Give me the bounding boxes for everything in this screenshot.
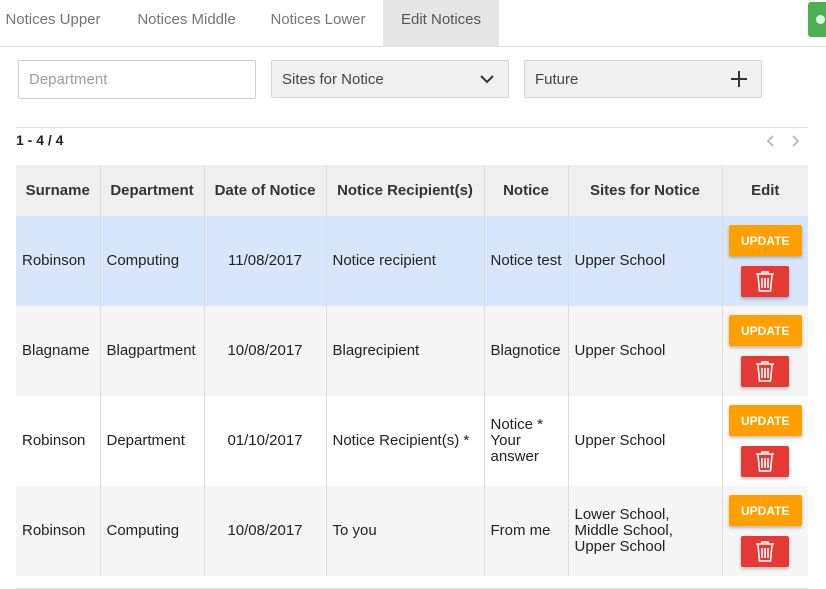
cell-recipient: To you — [326, 486, 485, 576]
tab-notices-lower[interactable]: Notices Lower — [253, 0, 383, 46]
table-header-row: Surname Department Date of Notice Notice… — [16, 165, 808, 216]
tab-notices-middle[interactable]: Notices Middle — [120, 0, 253, 46]
update-button[interactable]: UPDATE — [728, 315, 802, 346]
cell-department: Department — [100, 396, 205, 486]
trash-icon — [756, 361, 775, 382]
table-row[interactable]: Robinson Department 01/10/2017 Notice Re… — [16, 396, 808, 486]
delete-button[interactable] — [741, 266, 790, 297]
cell-date: 10/08/2017 — [204, 486, 327, 576]
cell-date: 10/08/2017 — [204, 306, 327, 396]
cell-date: 01/10/2017 — [204, 396, 327, 486]
update-button[interactable]: UPDATE — [728, 495, 802, 526]
chevron-down-icon — [480, 75, 494, 84]
divider — [16, 127, 808, 128]
tab-edit-notices[interactable]: Edit Notices — [383, 0, 499, 46]
tab-bar: Notices Upper Notices Middle Notices Low… — [0, 0, 826, 47]
cell-recipient: Notice recipient — [326, 216, 485, 306]
column-header-notice[interactable]: Notice — [484, 165, 569, 216]
column-header-sites[interactable]: Sites for Notice — [568, 165, 723, 216]
cell-department: Computing — [100, 216, 205, 306]
column-header-date[interactable]: Date of Notice — [204, 165, 327, 216]
trash-icon — [756, 541, 775, 562]
table-row[interactable]: Robinson Computing 11/08/2017 Notice rec… — [16, 216, 808, 306]
update-button[interactable]: UPDATE — [728, 225, 802, 256]
delete-button[interactable] — [741, 356, 790, 387]
cell-edit: UPDATE — [722, 216, 808, 306]
plus-icon — [731, 71, 747, 87]
future-select[interactable]: Future — [524, 60, 762, 98]
cell-date: 11/08/2017 — [204, 216, 327, 306]
sites-for-notice-label: Sites for Notice — [282, 71, 384, 88]
delete-button[interactable] — [741, 536, 790, 567]
table-row[interactable]: Blagname Blagpartment 10/08/2017 Blagrec… — [16, 306, 808, 396]
update-button[interactable]: UPDATE — [728, 405, 802, 436]
add-button[interactable] — [808, 2, 826, 37]
future-label: Future — [535, 71, 579, 88]
pager-range: 1 - 4 / 4 — [16, 132, 64, 148]
add-icon — [816, 15, 825, 24]
cell-sites: Upper School — [568, 306, 723, 396]
cell-recipient: Blagrecipient — [326, 306, 485, 396]
cell-recipient: Notice Recipient(s) * — [326, 396, 485, 486]
trash-icon — [756, 271, 775, 292]
cell-surname: Robinson — [16, 216, 101, 306]
cell-notice: Notice * Your answer — [484, 396, 569, 486]
table-row[interactable]: Robinson Computing 10/08/2017 To you Fro… — [16, 486, 808, 576]
delete-button[interactable] — [741, 446, 790, 477]
cell-surname: Robinson — [16, 486, 101, 576]
cell-sites: Upper School — [568, 396, 723, 486]
department-filter-input[interactable] — [18, 60, 256, 99]
cell-edit: UPDATE — [722, 306, 808, 396]
cell-sites: Lower School, Middle School, Upper Schoo… — [568, 486, 723, 576]
cell-notice: Blagnotice — [484, 306, 569, 396]
cell-surname: Robinson — [16, 396, 101, 486]
sites-for-notice-select[interactable]: Sites for Notice — [271, 60, 509, 98]
column-header-department[interactable]: Department — [100, 165, 205, 216]
cell-notice: From me — [484, 486, 569, 576]
notices-table: Surname Department Date of Notice Notice… — [16, 165, 808, 576]
column-header-surname[interactable]: Surname — [16, 165, 101, 216]
trash-icon — [756, 451, 775, 472]
cell-edit: UPDATE — [722, 486, 808, 576]
cell-department: Computing — [100, 486, 205, 576]
column-header-recipients[interactable]: Notice Recipient(s) — [326, 165, 485, 216]
chevron-right-icon[interactable] — [788, 133, 802, 149]
cell-surname: Blagname — [16, 306, 101, 396]
cell-department: Blagpartment — [100, 306, 205, 396]
column-header-edit: Edit — [722, 165, 808, 216]
cell-notice: Notice test — [484, 216, 569, 306]
chevron-left-icon[interactable] — [764, 133, 778, 149]
cell-sites: Upper School — [568, 216, 723, 306]
cell-edit: UPDATE — [722, 396, 808, 486]
tab-notices-upper[interactable]: Notices Upper — [0, 0, 106, 46]
